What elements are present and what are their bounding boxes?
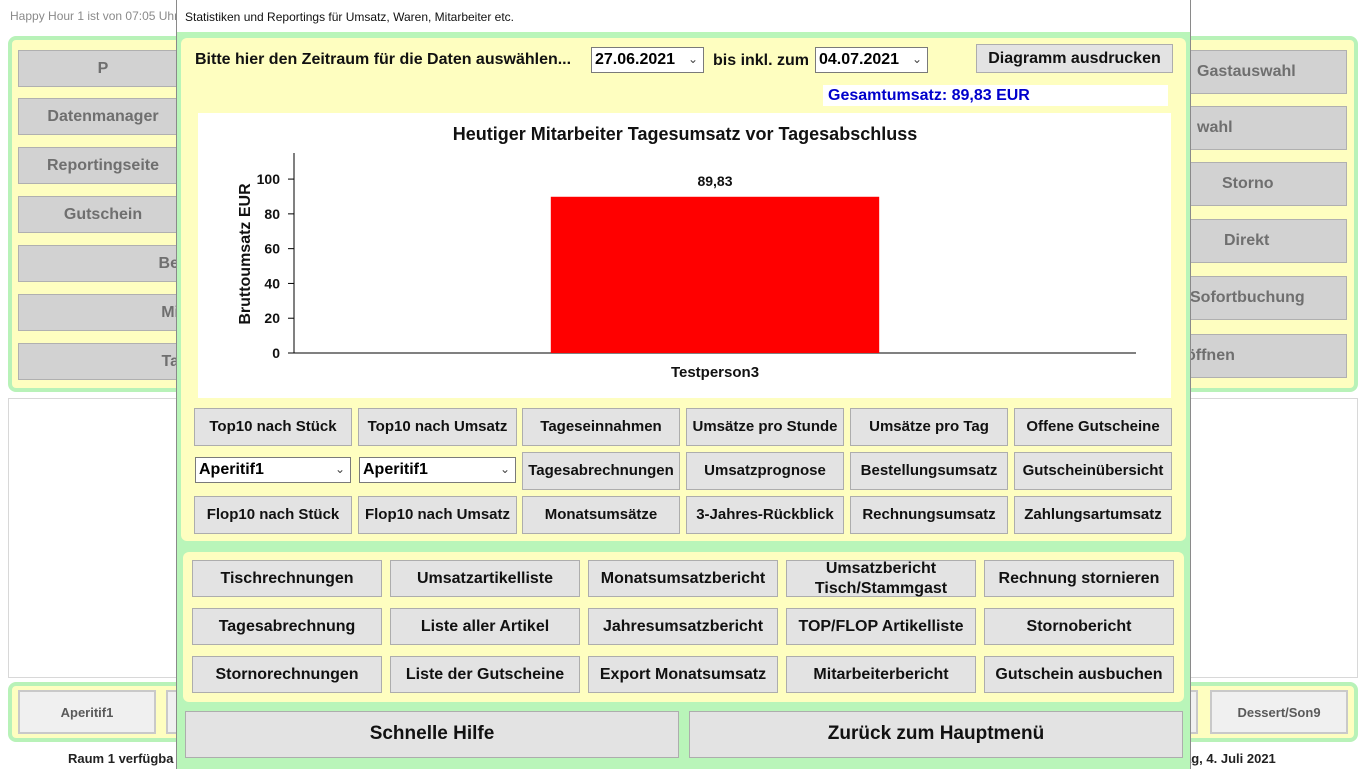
cancellation-report-button[interactable]: Stornobericht: [984, 608, 1174, 645]
redeem-voucher-button[interactable]: Gutschein ausbuchen: [984, 656, 1174, 693]
flop10-revenue-button[interactable]: Flop10 nach Umsatz: [358, 496, 517, 534]
y-tick-label: 100: [257, 171, 281, 187]
export-monthly-revenue-button[interactable]: Export Monatsumsatz: [588, 656, 778, 693]
three-year-review-button[interactable]: 3-Jahres-Rückblick: [686, 496, 844, 534]
back-to-main-menu-button[interactable]: Zurück zum Hauptmenü: [689, 711, 1183, 758]
voucher-overview-button[interactable]: Gutscheinübersicht: [1014, 452, 1172, 490]
dialog-title: Statistiken und Reportings für Umsatz, W…: [185, 10, 515, 24]
y-tick-label: 0: [272, 345, 280, 361]
daily-statements-button[interactable]: Tagesabrechnungen: [522, 452, 680, 490]
revenue-chart: Heutiger Mitarbeiter Tagesumsatz vor Tag…: [198, 113, 1171, 398]
date-to-picker[interactable]: 04.07.2021 ⌄: [815, 47, 928, 73]
quick-help-button[interactable]: Schnelle Hilfe: [185, 711, 679, 758]
employee-report-button[interactable]: Mitarbeiterbericht: [786, 656, 976, 693]
open-vouchers-button[interactable]: Offene Gutscheine: [1014, 408, 1172, 446]
table-invoices-button[interactable]: Tischrechnungen: [192, 560, 382, 597]
date-from-value: 27.06.2021: [595, 51, 676, 68]
category-select-1-value: Aperitif1: [199, 461, 264, 478]
background-left-button-6[interactable]: Mi: [18, 294, 188, 331]
top-flop-article-list-button[interactable]: TOP/FLOP Artikelliste: [786, 608, 976, 645]
top10-quantity-button[interactable]: Top10 nach Stück: [194, 408, 352, 446]
chevron-down-icon: ⌄: [334, 462, 345, 476]
until-label: bis inkl. zum: [713, 52, 810, 69]
chart-svg: Heutiger Mitarbeiter Tagesumsatz vor Tag…: [237, 124, 1136, 381]
top10-revenue-button[interactable]: Top10 nach Umsatz: [358, 408, 517, 446]
chevron-down-icon: ⌄: [687, 52, 698, 66]
background-right-button-6[interactable]: öffnen: [1180, 334, 1347, 378]
revenue-forecast-button[interactable]: Umsatzprognose: [686, 452, 844, 490]
background-status-left: Raum 1 verfügba: [68, 751, 174, 766]
bar: [550, 196, 880, 353]
revenue-per-day-button[interactable]: Umsätze pro Tag: [850, 408, 1008, 446]
monthly-revenue-button[interactable]: Monatsumsätze: [522, 496, 680, 534]
dialog-title-bar: Statistiken und Reportings für Umsatz, W…: [177, 0, 1190, 32]
y-tick-label: 80: [264, 206, 280, 222]
y-tick-label: 40: [264, 275, 280, 291]
total-revenue: Gesamtumsatz: 89,83 EUR: [823, 85, 1168, 106]
chevron-down-icon: ⌄: [911, 52, 922, 66]
revenue-article-list-button[interactable]: Umsatzartikelliste: [390, 560, 580, 597]
chart-y-axis-label: Bruttoumsatz EUR: [237, 183, 254, 325]
print-chart-button[interactable]: Diagramm ausdrucken: [976, 44, 1173, 73]
invoice-revenue-button[interactable]: Rechnungsumsatz: [850, 496, 1008, 534]
background-right-button-2[interactable]: wahl: [1180, 106, 1347, 150]
voucher-list-button[interactable]: Liste der Gutscheine: [390, 656, 580, 693]
date-from-picker[interactable]: 27.06.2021 ⌄: [591, 47, 704, 73]
chart-title: Heutiger Mitarbeiter Tagesumsatz vor Tag…: [453, 124, 917, 144]
background-status-right: ag, 4. Juli 2021: [1184, 751, 1276, 766]
daily-income-button[interactable]: Tageseinnahmen: [522, 408, 680, 446]
annual-revenue-report-button[interactable]: Jahresumsatzbericht: [588, 608, 778, 645]
x-tick-label: Testperson3: [671, 364, 759, 381]
background-title: Happy Hour 1 ist von 07:05 Uhr: [10, 9, 179, 23]
revenue-report-table-guest-button[interactable]: Umsatzbericht Tisch/Stammgast: [786, 560, 976, 597]
y-tick-label: 20: [264, 310, 280, 326]
period-label: Bitte hier den Zeitraum für die Daten au…: [195, 51, 572, 68]
category-select-1[interactable]: Aperitif1 ⌄: [195, 457, 351, 483]
category-select-2-value: Aperitif1: [363, 461, 428, 478]
statistics-dialog: Statistiken und Reportings für Umsatz, W…: [176, 0, 1191, 769]
cancel-invoice-button[interactable]: Rechnung stornieren: [984, 560, 1174, 597]
payment-type-revenue-button[interactable]: Zahlungsartumsatz: [1014, 496, 1172, 534]
background-category-button-4[interactable]: Dessert/Son9: [1210, 690, 1348, 734]
background-left-button-3[interactable]: Reportingseite: [18, 147, 188, 184]
background-right-button-3[interactable]: Storno: [1180, 162, 1347, 206]
background-right-button-1[interactable]: Gastauswahl: [1180, 50, 1347, 94]
data-label: 89,83: [697, 173, 732, 189]
revenue-per-hour-button[interactable]: Umsätze pro Stunde: [686, 408, 844, 446]
background-left-button-4[interactable]: Gutschein: [18, 196, 188, 233]
daily-statement-button[interactable]: Tagesabrechnung: [192, 608, 382, 645]
background-category-button-1[interactable]: Aperitif1: [18, 690, 156, 734]
background-left-button-2[interactable]: Datenmanager: [18, 98, 188, 135]
background-right-button-5[interactable]: Sofortbuchung: [1180, 276, 1347, 320]
flop10-quantity-button[interactable]: Flop10 nach Stück: [194, 496, 352, 534]
y-tick-label: 60: [264, 241, 280, 257]
monthly-revenue-report-button[interactable]: Monatsumsatzbericht: [588, 560, 778, 597]
background-right-button-4[interactable]: Direkt: [1180, 219, 1347, 263]
date-to-value: 04.07.2021: [819, 51, 900, 68]
background-left-button-1[interactable]: P: [18, 50, 188, 87]
category-select-2[interactable]: Aperitif1 ⌄: [359, 457, 516, 483]
order-revenue-button[interactable]: Bestellungsumsatz: [850, 452, 1008, 490]
cancellation-invoices-button[interactable]: Stornorechnungen: [192, 656, 382, 693]
all-articles-list-button[interactable]: Liste aller Artikel: [390, 608, 580, 645]
chart-marks: 0 20 40 60 80 100 89,83 Testperson3: [257, 153, 1136, 381]
background-left-button-7[interactable]: Ta: [18, 343, 188, 380]
background-left-button-5[interactable]: Be: [18, 245, 188, 282]
chevron-down-icon: ⌄: [499, 462, 510, 476]
